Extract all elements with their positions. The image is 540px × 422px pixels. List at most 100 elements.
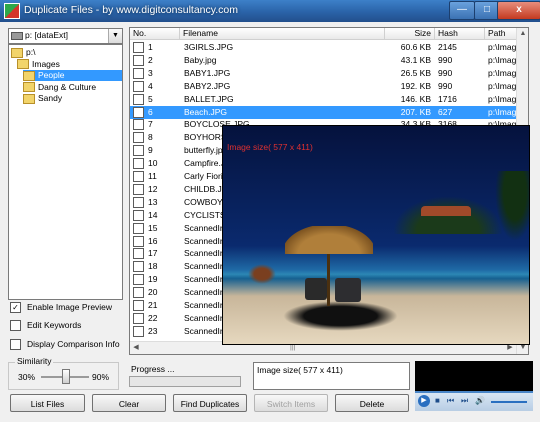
col-size[interactable]: Size	[385, 28, 435, 39]
tree-node[interactable]: Sandy	[23, 93, 62, 104]
row-path: p:\Images\People\Ba	[488, 54, 516, 65]
preview-umbrella	[285, 226, 373, 254]
row-no: 14	[148, 209, 158, 220]
row-no: 22	[148, 312, 158, 323]
enable-image-preview-label: Enable Image Preview	[27, 302, 113, 312]
row-path: p:\Images\People\Be	[488, 106, 516, 117]
minimize-button[interactable]: —	[449, 1, 475, 20]
row-checkbox[interactable]	[133, 183, 144, 195]
find-duplicates-button[interactable]: Find Duplicates	[173, 394, 247, 412]
tree-node[interactable]: p:\	[11, 47, 35, 58]
row-checkbox[interactable]	[133, 158, 144, 170]
row-checkbox[interactable]	[133, 222, 144, 234]
checkbox-box[interactable]	[10, 320, 21, 332]
table-row[interactable]: 2 Baby.jpg 43.1 KB 990 p:\Images\People\Ba	[130, 54, 528, 67]
checkbox-box[interactable]	[10, 339, 21, 351]
row-no: 19	[148, 274, 158, 285]
row-no: 5	[148, 93, 153, 104]
row-no: 21	[148, 300, 158, 310]
row-hash: 1716	[438, 93, 457, 104]
row-size: 207. KB	[400, 106, 431, 117]
row-no: 13	[148, 196, 158, 207]
table-row[interactable]: 4 BABY2.JPG 192. KB 990 p:\Images\People\BA	[130, 80, 528, 93]
row-checkbox[interactable]	[133, 171, 144, 182]
app-window: Duplicate Files - by www.digitconsultanc…	[0, 0, 540, 422]
preview-hut	[421, 206, 471, 216]
delete-button[interactable]: Delete	[335, 394, 409, 412]
title-bar[interactable]: Duplicate Files - by www.digitconsultanc…	[0, 0, 540, 22]
switch-items-button[interactable]: Switch Items	[254, 394, 328, 412]
window-title: Duplicate Files - by www.digitconsultanc…	[24, 4, 238, 16]
row-checkbox[interactable]	[133, 325, 144, 337]
play-icon[interactable]: ▶	[418, 395, 430, 407]
folder-tree[interactable]: p:\ Images People Dang & Culture Sandy	[8, 44, 123, 300]
progress-bar	[129, 376, 241, 387]
folder-icon	[23, 93, 35, 104]
row-checkbox[interactable]	[133, 274, 144, 286]
row-checkbox[interactable]	[133, 67, 144, 79]
row-no: 20	[148, 287, 158, 298]
progress-label: Progress ...	[131, 364, 175, 374]
row-filename: BABY1.JPG	[184, 67, 231, 78]
row-checkbox[interactable]	[133, 93, 144, 105]
row-filename: Baby.jpg	[184, 54, 217, 65]
row-checkbox[interactable]	[133, 235, 144, 247]
table-row[interactable]: 3 BABY1.JPG 26.5 KB 990 p:\Images\People\BA	[130, 67, 528, 80]
table-row[interactable]: 6 Beach.JPG 207. KB 627 p:\Images\People\Be	[130, 105, 528, 119]
stop-icon[interactable]: ■	[435, 396, 440, 405]
edit-keywords-checkbox[interactable]: Edit Keywords	[10, 320, 81, 332]
checkbox-box[interactable]: ✓	[10, 302, 21, 314]
row-no: 16	[148, 235, 158, 246]
chevron-down-icon[interactable]: ▼	[108, 29, 122, 43]
similarity-group: Similarity 30% 90%	[8, 356, 119, 390]
row-checkbox[interactable]	[133, 287, 144, 299]
close-button[interactable]: x	[497, 1, 540, 20]
row-path: p:\Images\People\BA	[488, 80, 516, 91]
row-checkbox[interactable]	[133, 132, 144, 144]
col-filename[interactable]: Filename	[180, 28, 385, 39]
clear-button[interactable]: Clear	[92, 394, 166, 412]
row-checkbox[interactable]	[133, 42, 144, 53]
display-comparison-info-checkbox[interactable]: Display Comparison Info	[10, 339, 120, 351]
col-no[interactable]: No.	[130, 28, 180, 39]
row-hash: 990	[438, 80, 453, 91]
table-row[interactable]: 5 BALLET.JPG 146. KB 1716 p:\Images\People\B…	[130, 93, 528, 106]
row-checkbox[interactable]	[133, 80, 144, 92]
row-checkbox[interactable]	[133, 119, 144, 131]
row-no: 15	[148, 222, 158, 233]
row-checkbox[interactable]	[133, 300, 144, 311]
next-icon[interactable]: ⏭	[461, 396, 468, 406]
row-checkbox[interactable]	[133, 54, 144, 66]
display-comparison-info-label: Display Comparison Info	[27, 339, 120, 349]
tree-node[interactable]: Dang & Culture	[23, 82, 96, 93]
row-path: p:\Images\People\BA	[488, 93, 516, 104]
previous-icon[interactable]: ⏮	[447, 396, 454, 406]
media-controls: ▶ ■ ⏮ ⏭ 🔊	[415, 393, 533, 411]
volume-slider[interactable]	[491, 401, 527, 403]
row-filename: 3GIRLS.JPG	[184, 42, 234, 52]
row-filename: Beach.JPG	[184, 106, 227, 117]
enable-image-preview-checkbox[interactable]: ✓ Enable Image Preview	[10, 302, 112, 314]
similarity-min: 30%	[18, 372, 36, 382]
row-checkbox[interactable]	[133, 196, 144, 208]
row-checkbox[interactable]	[133, 145, 144, 157]
row-checkbox[interactable]	[133, 248, 144, 260]
row-checkbox[interactable]	[133, 106, 144, 118]
row-no: 11	[148, 171, 157, 181]
scroll-up-icon[interactable]: ▲	[517, 28, 528, 40]
scroll-left-icon[interactable]: ◀	[130, 342, 142, 354]
col-hash[interactable]: Hash	[435, 28, 485, 39]
tree-node[interactable]: Images	[17, 59, 60, 70]
list-files-button[interactable]: List Files	[10, 394, 85, 412]
row-checkbox[interactable]	[133, 209, 144, 221]
volume-icon[interactable]: 🔊	[475, 396, 485, 405]
row-filename: BABY2.JPG	[184, 80, 231, 91]
similarity-slider-thumb[interactable]	[62, 369, 70, 384]
scroll-grip-icon[interactable]: |||	[290, 344, 295, 351]
tree-node[interactable]: People	[23, 70, 122, 81]
drive-select[interactable]: p: [dataExt] ▼	[8, 28, 123, 44]
table-row[interactable]: 1 3GIRLS.JPG 60.6 KB 2145 p:\Images\People\3…	[130, 41, 528, 54]
row-no: 18	[148, 261, 158, 272]
row-checkbox[interactable]	[133, 312, 144, 324]
row-checkbox[interactable]	[133, 261, 144, 273]
